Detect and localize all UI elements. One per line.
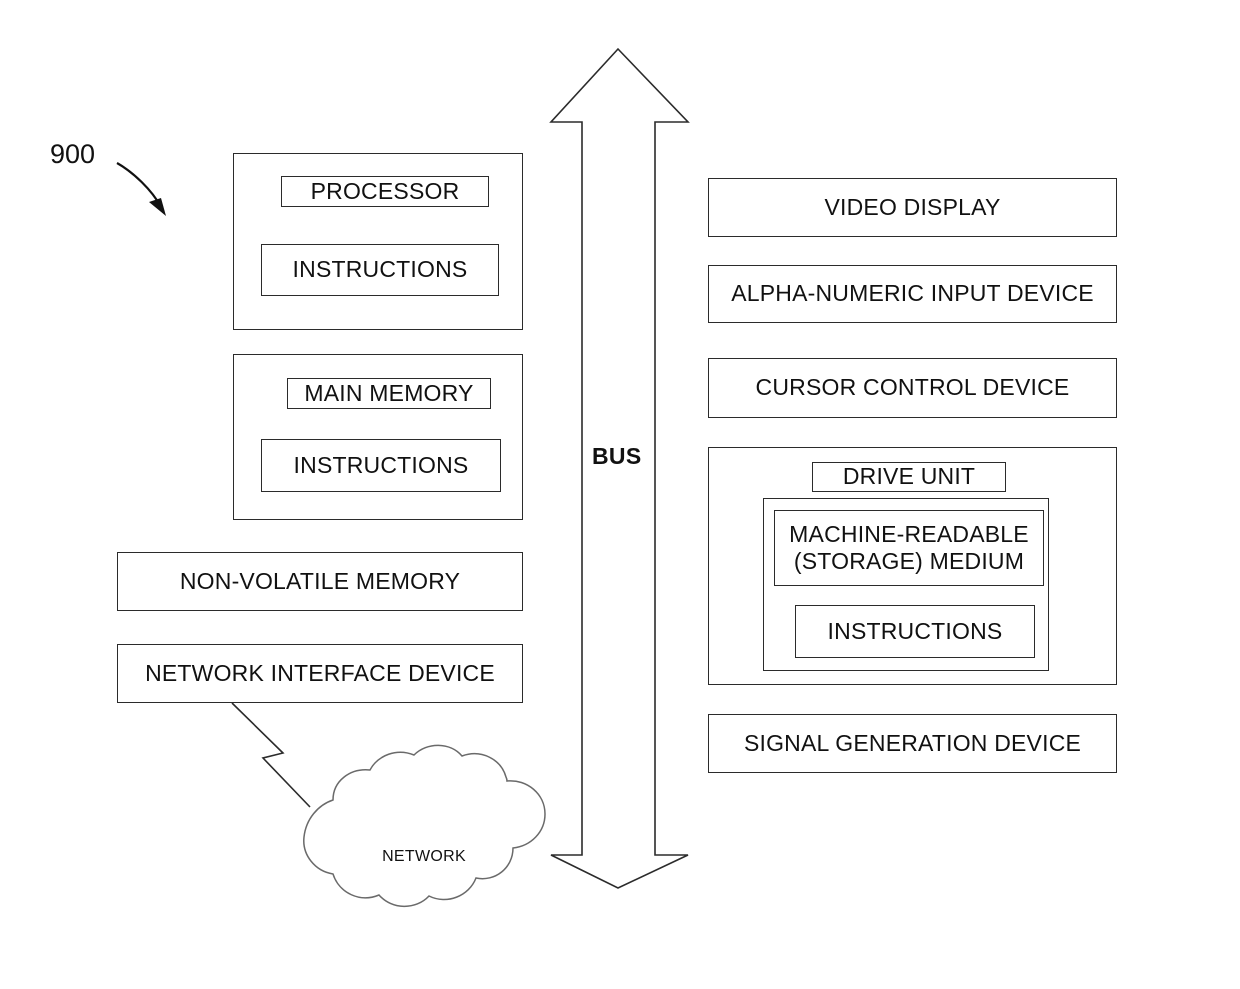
signal-generation-device-label: SIGNAL GENERATION DEVICE [743,729,1082,756]
main-memory-title-label: MAIN MEMORY [304,379,474,406]
processor-title-label: PROCESSOR [310,177,460,204]
main-memory-instructions-box: INSTRUCTIONS [261,439,501,492]
video-display-label: VIDEO DISPLAY [824,193,1001,220]
drive-unit-instructions-box: INSTRUCTIONS [795,605,1035,658]
reference-lead-arrow [116,162,166,216]
network-cloud-label: NETWORK [382,848,466,865]
drive-unit-container: DRIVE UNIT MACHINE-READABLE (STORAGE) ME… [708,447,1117,685]
bus-label: BUS [592,443,642,469]
network-zigzag-connector [231,702,311,808]
network-cloud-shape [303,744,546,908]
processor-instructions-label: INSTRUCTIONS [292,256,468,283]
drive-unit-instructions-label: INSTRUCTIONS [827,617,1003,644]
alpha-numeric-input-device-label: ALPHA-NUMERIC INPUT DEVICE [731,280,1094,307]
machine-readable-medium-label: MACHINE-READABLE (STORAGE) MEDIUM [789,520,1029,574]
alpha-numeric-input-device-box: ALPHA-NUMERIC INPUT DEVICE [708,265,1117,323]
machine-readable-medium-box: MACHINE-READABLE (STORAGE) MEDIUM [774,510,1044,586]
processor-unit-container: PROCESSOR INSTRUCTIONS [233,153,523,330]
main-memory-title-box: MAIN MEMORY [287,378,491,409]
patent-figure-computer-system: 900 PROCESSOR INSTRUCTIONS MAIN MEMORY I… [0,0,1240,989]
processor-instructions-box: INSTRUCTIONS [261,244,499,296]
cursor-control-device-label: CURSOR CONTROL DEVICE [755,374,1070,401]
non-volatile-memory-label: NON-VOLATILE MEMORY [179,567,461,594]
signal-generation-device-box: SIGNAL GENERATION DEVICE [708,714,1117,773]
main-memory-instructions-label: INSTRUCTIONS [293,451,469,478]
reference-number-900: 900 [50,139,96,169]
main-memory-unit-container: MAIN MEMORY INSTRUCTIONS [233,354,523,520]
drive-unit-title-label: DRIVE UNIT [842,463,976,490]
network-interface-device-label: NETWORK INTERFACE DEVICE [145,659,495,686]
cursor-control-device-box: CURSOR CONTROL DEVICE [708,358,1117,418]
drive-unit-inner-container: MACHINE-READABLE (STORAGE) MEDIUM INSTRU… [763,498,1049,671]
processor-title-box: PROCESSOR [281,176,489,207]
drive-unit-title-box: DRIVE UNIT [812,462,1006,492]
video-display-box: VIDEO DISPLAY [708,178,1117,237]
network-interface-device-box: NETWORK INTERFACE DEVICE [117,644,523,703]
non-volatile-memory-box: NON-VOLATILE MEMORY [117,552,523,611]
